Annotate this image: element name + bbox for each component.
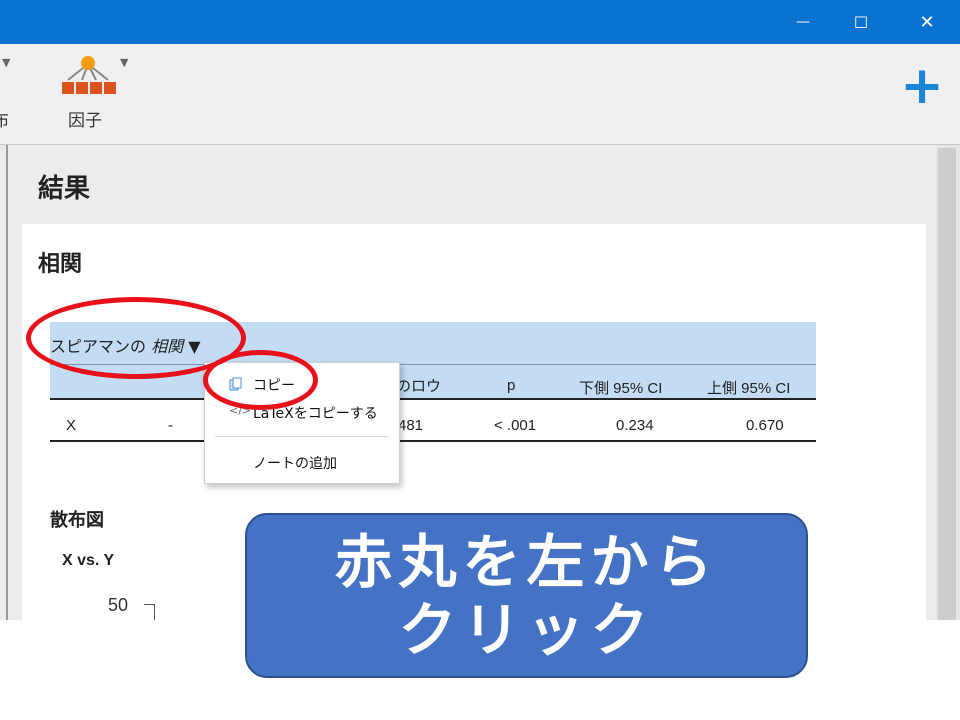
scrollbar-thumb[interactable] [938,148,956,620]
menu-item-add-note[interactable]: ノートの追加 [205,449,399,475]
table-header-rule [50,398,816,400]
minimize-button[interactable]: — [780,0,826,44]
callout-line-1: 赤丸を左から [334,527,719,596]
table-cell-upper-ci: 0.670 [746,417,784,434]
scatter-y-tick: 50 [108,595,129,615]
instruction-callout: 赤丸を左から クリック [245,513,808,678]
table-cell-p: < .001 [494,417,537,434]
close-icon: ✕ [919,11,935,33]
factor-icon [62,56,116,94]
close-button[interactable]: ✕ [904,0,950,44]
minimize-icon: — [796,14,810,30]
add-module-button[interactable]: + [900,60,944,112]
col-header-lower-ci: 下側 95% CI [579,380,663,397]
table-bottom-rule [50,440,816,442]
title-bar: — ☐ ✕ [0,0,960,44]
col-header-upper-ci: 上側 95% CI [707,380,791,397]
plus-icon: + [900,56,944,116]
correlation-title: 相関 [38,252,83,277]
callout-line-2: クリック [398,595,655,664]
table-cell-lower-ci: 0.234 [616,417,654,434]
highlight-ellipse-copy [203,350,318,410]
scatter-title: 散布図 [50,510,104,531]
scatter-subtitle: X vs. Y [62,552,115,569]
ribbon-toolbar: ▼ 布 ▼ 因子 + [0,44,960,145]
menu-separator [215,436,389,437]
factor-dropdown-icon: ▼ [120,56,129,69]
col-header-rho: のロウ [396,378,442,395]
results-title: 結果 [38,174,91,204]
col-header-p: p [507,377,516,394]
table-cell-var: X [66,417,77,434]
factor-button[interactable]: ▼ 因子 [56,54,129,134]
dropdown-arrow-icon[interactable]: ▼ [2,56,10,69]
toolbar-partial-label[interactable]: 布 [0,106,9,131]
scatter-tick-mark [144,604,155,621]
menu-add-note-label: ノートの追加 [253,456,337,472]
table-cell-rho: 481 [398,417,424,434]
maximize-icon: ☐ [853,12,869,32]
factor-label: 因子 [68,111,102,131]
maximize-button[interactable]: ☐ [838,0,884,44]
pane-divider[interactable] [6,145,8,620]
table-cell-dash: - [168,417,173,434]
